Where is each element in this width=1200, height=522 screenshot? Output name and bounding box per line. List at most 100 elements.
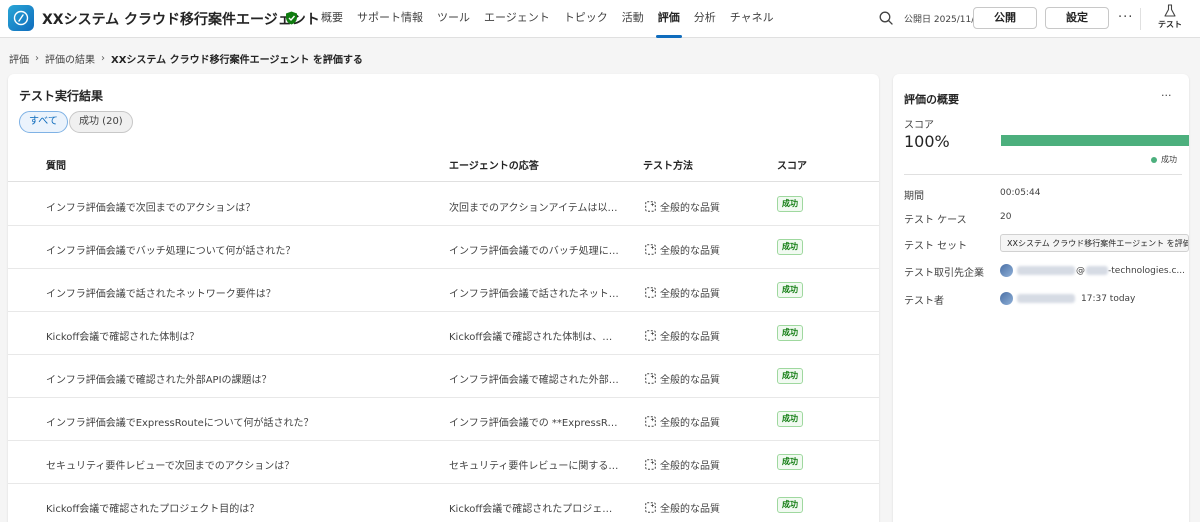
question-cell: インフラ評価会議で話されたネットワーク要件は？ bbox=[46, 289, 276, 300]
testset-label: テスト セット bbox=[904, 241, 968, 252]
method-label: 全般的な品質 bbox=[660, 504, 720, 515]
status-badge: 成功 bbox=[777, 411, 803, 427]
tenant-label: テスト取引先企業 bbox=[904, 268, 984, 279]
evaluation-summary-panel: 評価の概要 ··· スコア 100% 成功 期間 00:05:44 テスト ケー… bbox=[893, 74, 1189, 522]
nav-tab[interactable]: ツール bbox=[430, 0, 477, 38]
answer-cell: インフラ評価会議で話されたネットワ... bbox=[449, 289, 621, 300]
top-bar: XXシステム クラウド移行案件エージェント 概要 サポート情報 ツール エージェントト… bbox=[0, 0, 1200, 38]
duration-label: 期間 bbox=[904, 191, 924, 202]
tenant-suffix: -technologies.c... bbox=[1108, 265, 1186, 276]
column-agent-response[interactable]: エージェントの応答 bbox=[449, 157, 539, 172]
table-row[interactable]: Kickoff会議で確認されたプロジェクト目的は？ Kickoff会議で確認された… bbox=[8, 484, 879, 522]
method-label: 全般的な品質 bbox=[660, 246, 720, 257]
method-cell: 全般的な品質 bbox=[645, 199, 720, 214]
summary-title: 評価の概要 bbox=[904, 93, 959, 106]
answer-cell: Kickoff会議で確認されたプロジェクト... bbox=[449, 504, 621, 515]
testset-link[interactable]: XXシステム クラウド移行案件エージェント を評価 bbox=[1000, 234, 1189, 252]
nav-tab[interactable]: エージェント bbox=[477, 0, 557, 38]
column-score[interactable]: スコア bbox=[777, 157, 807, 172]
score-value: 100% bbox=[904, 132, 950, 151]
score-label: スコア bbox=[904, 120, 934, 131]
search-icon[interactable] bbox=[878, 10, 894, 26]
method-cell: 全般的な品質 bbox=[645, 371, 720, 386]
nav-tab[interactable]: サポート情報 bbox=[350, 0, 430, 38]
testcase-label: テスト ケース bbox=[904, 215, 967, 226]
table-row[interactable]: インフラ評価会議で次回までのアクションは？ 次回までのアクションアイテムは以下..… bbox=[8, 183, 879, 226]
breadcrumb: 評価 › 評価の結果 › XXシステム クラウド移行案件エージェント を評価する bbox=[9, 51, 363, 66]
table-header: 質問 エージェントの応答 テスト方法 スコア bbox=[8, 143, 879, 182]
redacted-name bbox=[1017, 294, 1075, 303]
question-cell: セキュリティ要件レビューで次回までのアクションは？ bbox=[46, 461, 295, 472]
test-results-panel: テスト実行結果 すべて 成功 (20) 質問 エージェントの応答 テスト方法 ス… bbox=[8, 74, 879, 522]
method-label: 全般的な品質 bbox=[660, 418, 720, 429]
nav-tab[interactable]: 活動 bbox=[615, 0, 651, 38]
table-row[interactable]: インフラ評価会議で話されたネットワーク要件は？ インフラ評価会議で話されたネットワ… bbox=[8, 269, 879, 312]
published-date: 公開日 2025/11/9 bbox=[904, 15, 981, 25]
method-label: 全般的な品質 bbox=[660, 289, 720, 300]
breadcrumb-evaluation[interactable]: 評価 bbox=[9, 51, 29, 66]
settings-button[interactable]: 設定 bbox=[1045, 7, 1109, 29]
test-button[interactable]: テスト bbox=[1150, 4, 1190, 34]
method-cell: 全般的な品質 bbox=[645, 328, 720, 343]
nav-tab[interactable]: 評価 bbox=[651, 0, 687, 38]
score-legend: 成功 bbox=[1151, 154, 1177, 165]
method-cell: 全般的な品質 bbox=[645, 500, 720, 515]
quality-method-icon bbox=[645, 330, 656, 341]
header-divider bbox=[1140, 8, 1141, 30]
filter-success-chip[interactable]: 成功 (20) bbox=[69, 111, 133, 133]
flask-icon bbox=[1164, 4, 1176, 17]
status-badge: 成功 bbox=[777, 454, 803, 470]
redacted-domain bbox=[1086, 266, 1108, 275]
agent-title: XXシステム クラウド移行案件エージェント bbox=[42, 12, 320, 28]
method-cell: 全般的な品質 bbox=[645, 457, 720, 472]
summary-more-icon[interactable]: ··· bbox=[1161, 89, 1172, 102]
answer-cell: インフラ評価会議での **ExpressRoute*... bbox=[449, 418, 621, 429]
status-badge: 成功 bbox=[777, 325, 803, 341]
tester-avatar bbox=[1000, 292, 1013, 305]
nav-tab[interactable]: 分析 bbox=[687, 0, 723, 38]
breadcrumb-results[interactable]: 評価の結果 bbox=[45, 51, 95, 66]
summary-divider bbox=[904, 174, 1182, 175]
question-cell: インフラ評価会議でExpressRouteについて何が話された？ bbox=[46, 418, 314, 429]
method-cell: 全般的な品質 bbox=[645, 242, 720, 257]
table-row[interactable]: Kickoff会議で確認された体制は？ Kickoff会議で確認された体制は、以下… bbox=[8, 312, 879, 355]
filter-all-chip[interactable]: すべて bbox=[19, 111, 68, 133]
answer-cell: Kickoff会議で確認された体制は、以下... bbox=[449, 332, 621, 343]
shield-check-icon bbox=[286, 11, 297, 25]
column-question[interactable]: 質問 bbox=[46, 157, 66, 172]
publish-button[interactable]: 公開 bbox=[973, 7, 1037, 29]
legend-label: 成功 bbox=[1161, 155, 1177, 164]
status-badge: 成功 bbox=[777, 497, 803, 513]
method-label: 全般的な品質 bbox=[660, 375, 720, 386]
nav-tab[interactable]: 概要 bbox=[314, 0, 350, 38]
table-row[interactable]: インフラ評価会議で確認された外部APIの課題は？ インフラ評価会議で確認された外部… bbox=[8, 355, 879, 398]
nav-tab[interactable]: トピック bbox=[557, 0, 615, 38]
quality-method-icon bbox=[645, 244, 656, 255]
method-cell: 全般的な品質 bbox=[645, 414, 720, 429]
duration-value: 00:05:44 bbox=[1000, 188, 1041, 198]
quality-method-icon bbox=[645, 201, 656, 212]
testcase-value: 20 bbox=[1000, 212, 1012, 222]
status-badge: 成功 bbox=[777, 368, 803, 384]
method-label: 全般的な品質 bbox=[660, 461, 720, 472]
answer-cell: インフラ評価会議でのバッチ処理に関... bbox=[449, 246, 621, 257]
question-cell: インフラ評価会議でバッチ処理について何が話された？ bbox=[46, 246, 296, 257]
question-cell: インフラ評価会議で次回までのアクションは？ bbox=[46, 203, 256, 214]
legend-dot-icon bbox=[1151, 156, 1157, 163]
panel-title: テスト実行結果 bbox=[19, 89, 104, 103]
tester-value: 17:37 today bbox=[1000, 292, 1135, 305]
nav-tab[interactable]: チャネル bbox=[723, 0, 781, 38]
tester-label: テスト者 bbox=[904, 296, 944, 307]
table-row[interactable]: インフラ評価会議でバッチ処理について何が話された？ インフラ評価会議でのバッチ処理… bbox=[8, 226, 879, 269]
status-badge: 成功 bbox=[777, 239, 803, 255]
column-test-method[interactable]: テスト方法 bbox=[643, 157, 693, 172]
more-options-icon[interactable]: ··· bbox=[1118, 10, 1133, 25]
agent-logo-icon[interactable] bbox=[8, 5, 34, 31]
method-label: 全般的な品質 bbox=[660, 332, 720, 343]
quality-method-icon bbox=[645, 416, 656, 427]
question-cell: Kickoff会議で確認されたプロジェクト目的は？ bbox=[46, 504, 260, 515]
breadcrumb-current: XXシステム クラウド移行案件エージェント を評価する bbox=[111, 55, 363, 66]
table-row[interactable]: インフラ評価会議でExpressRouteについて何が話された？ インフラ評価会議… bbox=[8, 398, 879, 441]
quality-method-icon bbox=[645, 459, 656, 470]
table-row[interactable]: セキュリティ要件レビューで次回までのアクションは？ セキュリティ要件レビューに関す… bbox=[8, 441, 879, 484]
